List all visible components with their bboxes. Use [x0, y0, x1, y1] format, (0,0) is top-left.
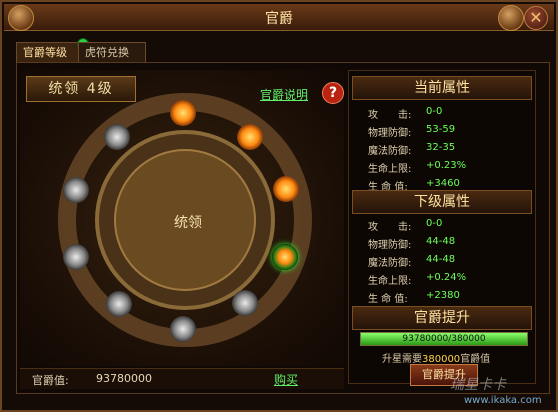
current-attr-row: 攻 击: 0-0: [368, 106, 442, 121]
rank-star-node-3[interactable]: [273, 176, 299, 202]
rank-star-node-5[interactable]: [232, 290, 258, 316]
next-attr-row: 生命上限: +0.24%: [368, 272, 466, 287]
official-rank-window: 官爵 ✕ 官爵等级 虎符兑换 统领 4级 官爵说明 ? 统领 官爵值: 9378…: [0, 0, 558, 412]
help-icon[interactable]: ?: [322, 82, 344, 104]
rank-star-node-7[interactable]: [106, 291, 132, 317]
next-attr-row: 生 命 值: +2380: [368, 290, 460, 305]
rank-star-node-1[interactable]: [170, 100, 196, 126]
attr-value: 44-48: [426, 236, 456, 247]
current-attr-row: 魔法防御: 32-35: [368, 142, 455, 157]
next-attr-row: 魔法防御: 44-48: [368, 254, 455, 269]
progress-text: 93780000/380000: [402, 334, 486, 344]
promotion-title: 官爵提升: [352, 306, 532, 330]
attr-value: 0-0: [426, 218, 443, 229]
rank-star-node-6[interactable]: [170, 316, 196, 342]
rank-star-node-8[interactable]: [63, 244, 89, 270]
rank-points-value: 93780000: [96, 372, 152, 385]
attr-value: +0.24%: [426, 272, 467, 283]
attr-value: +0.23%: [426, 160, 467, 171]
tab-rank-level[interactable]: 官爵等级: [16, 38, 89, 62]
window-title: 官爵: [265, 11, 293, 27]
rank-badge: 统领 4级: [26, 76, 136, 102]
attr-value: +3460: [426, 178, 460, 189]
rank-explain-link[interactable]: 官爵说明: [260, 86, 308, 103]
rank-star-node-10[interactable]: [104, 124, 130, 150]
attr-label: 魔法防御:: [368, 146, 412, 157]
tab-rank-level-label: 官爵等级: [23, 46, 67, 59]
corner-ornament-right-icon: [498, 5, 524, 31]
attr-label: 物理防御:: [368, 240, 412, 251]
rank-points-label: 官爵值:: [32, 374, 69, 387]
close-button[interactable]: ✕: [524, 6, 548, 30]
attr-label: 生 命 值:: [368, 294, 408, 305]
attr-label: 生命上限:: [368, 276, 412, 287]
current-attr-row: 物理防御: 53-59: [368, 124, 455, 139]
attr-label: 物理防御:: [368, 128, 412, 139]
attr-value: 0-0: [426, 106, 443, 117]
next-attr-row: 物理防御: 44-48: [368, 236, 455, 251]
promotion-progress-bar: 93780000/380000: [360, 332, 528, 346]
rank-star-node-2[interactable]: [237, 124, 263, 150]
attr-value: +2380: [426, 290, 460, 301]
attr-value: 44-48: [426, 254, 456, 265]
watermark-url: www.ikaka.com: [464, 395, 542, 406]
next-attr-row: 攻 击: 0-0: [368, 218, 442, 233]
rank-star-node-current[interactable]: [272, 244, 298, 270]
watermark-text: 瑞星卡卡: [450, 377, 506, 393]
tab-tiger-token-exchange[interactable]: 虎符兑换: [78, 42, 146, 62]
rank-star-node-9[interactable]: [63, 177, 89, 203]
title-bar: 官爵 ✕: [4, 4, 554, 31]
next-attributes-title: 下级属性: [352, 190, 532, 214]
current-attr-row: 生命上限: +0.23%: [368, 160, 466, 175]
rank-center-label: 统领: [174, 215, 202, 231]
attr-value: 53-59: [426, 124, 456, 135]
attr-label: 生命上限:: [368, 164, 412, 175]
tab-tiger-token-exchange-label: 虎符兑换: [85, 46, 129, 59]
attr-label: 攻 击:: [368, 222, 412, 233]
attr-value: 32-35: [426, 142, 456, 153]
current-attributes-title: 当前属性: [352, 76, 532, 100]
buy-link[interactable]: 购买: [274, 371, 298, 388]
promotion-requirement: 升星需要380000官爵值: [382, 350, 490, 365]
attr-label: 魔法防御:: [368, 258, 412, 269]
attr-label: 攻 击:: [368, 110, 412, 121]
